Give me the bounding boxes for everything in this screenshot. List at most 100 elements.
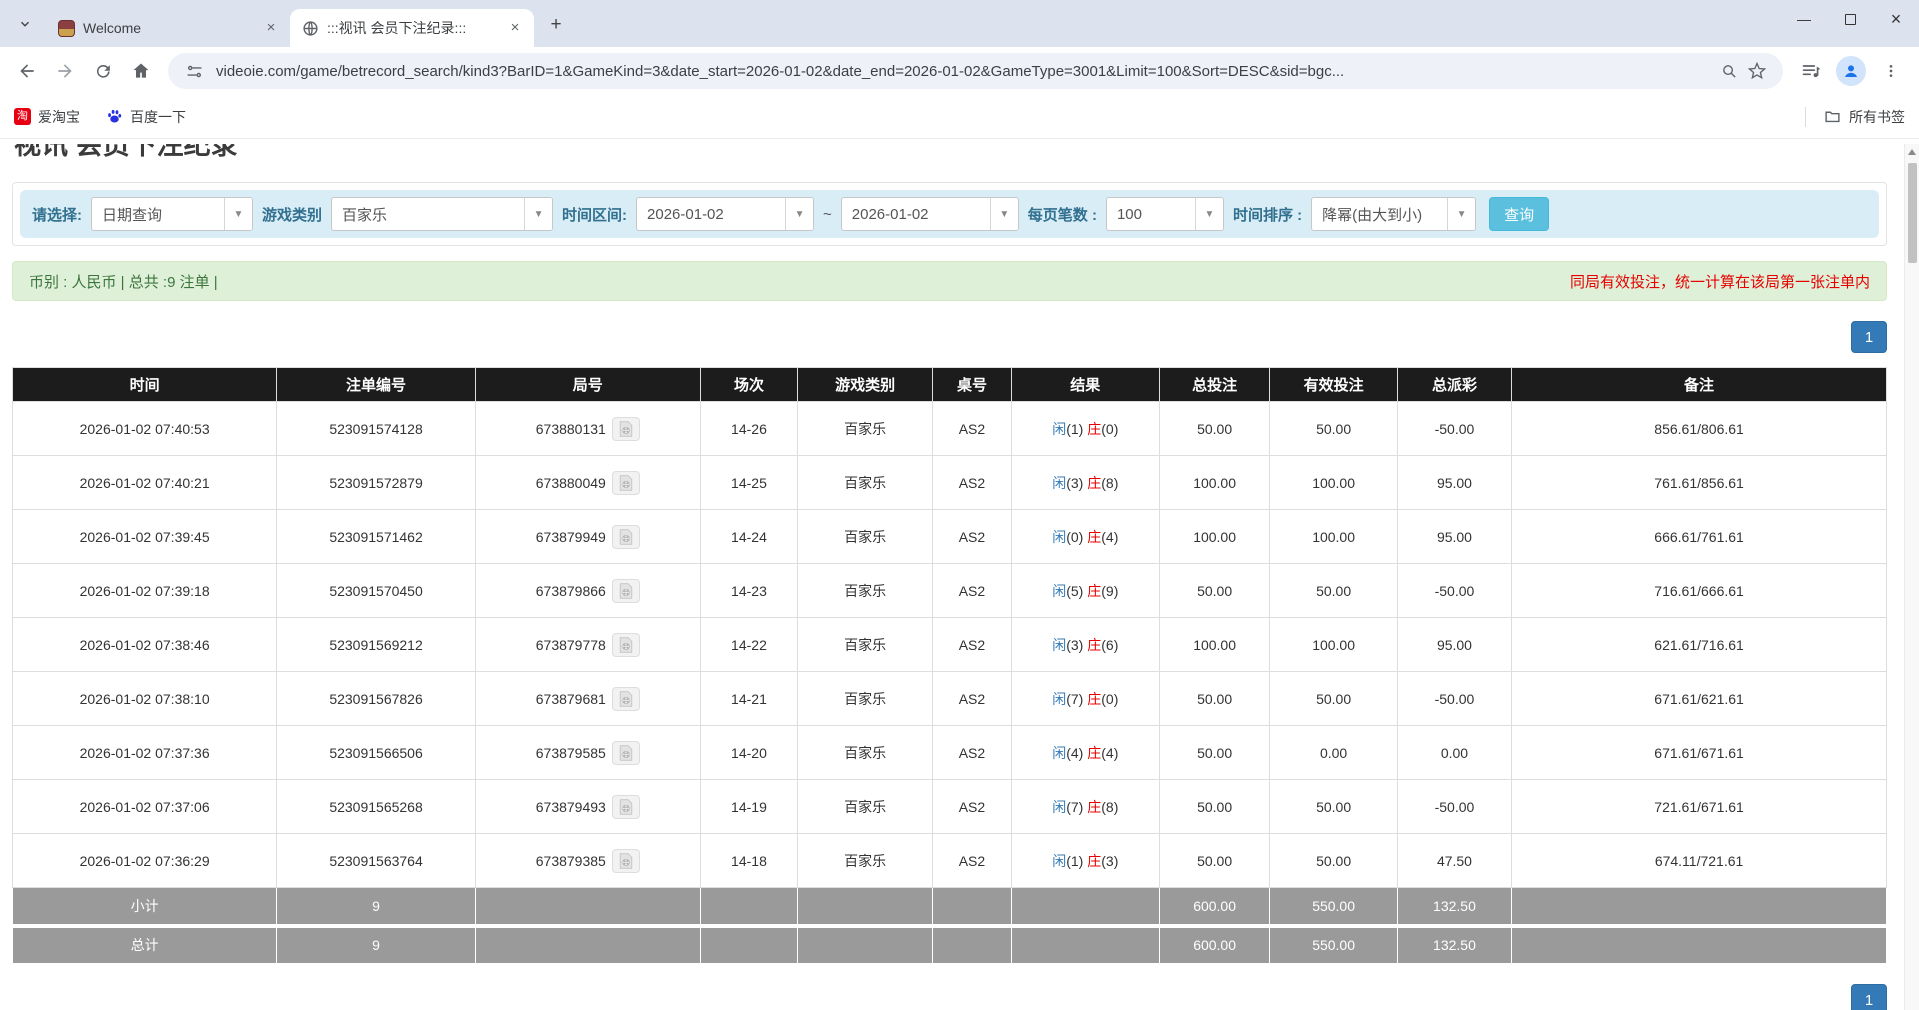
- cell-total-bet[interactable]: 50.00: [1159, 672, 1270, 726]
- cell-total-bet[interactable]: 50.00: [1159, 726, 1270, 780]
- video-replay-button[interactable]: [612, 741, 640, 765]
- query-type-select[interactable]: 日期查询 ▼: [91, 197, 253, 231]
- home-button[interactable]: [122, 52, 160, 90]
- close-tab-icon[interactable]: ×: [506, 19, 524, 37]
- game-type-select[interactable]: 百家乐 ▼: [331, 197, 553, 231]
- media-playlist-icon: [1801, 61, 1821, 81]
- banker-label: 庄: [1087, 853, 1101, 869]
- round-number: 673879681: [536, 691, 606, 707]
- cell-round: 673879866: [475, 564, 700, 618]
- menu-button[interactable]: [1871, 52, 1911, 90]
- cell-bet-id: 523091572879: [277, 456, 476, 510]
- tab-search-button[interactable]: [10, 9, 40, 39]
- cell-result: 闲(7) 庄(8): [1011, 780, 1159, 834]
- cell-total-bet[interactable]: 100.00: [1159, 456, 1270, 510]
- banker-score: (0): [1101, 691, 1118, 707]
- bookmark-star-icon[interactable]: [1743, 57, 1771, 85]
- total-label: 总计: [13, 926, 277, 964]
- all-bookmarks-button[interactable]: 所有书签: [1805, 107, 1905, 127]
- subtotal-label: 小计: [13, 888, 277, 926]
- back-button[interactable]: [8, 52, 46, 90]
- cell-total-bet[interactable]: 50.00: [1159, 402, 1270, 456]
- cell-game-type: 百家乐: [798, 618, 933, 672]
- search-button[interactable]: 查询: [1489, 197, 1549, 231]
- forward-icon: [55, 61, 75, 81]
- banker-score: (6): [1101, 637, 1118, 653]
- welcome-favicon-icon: [58, 20, 75, 37]
- video-replay-button[interactable]: [612, 525, 640, 549]
- video-replay-button[interactable]: [612, 633, 640, 657]
- cell-total-bet[interactable]: 50.00: [1159, 834, 1270, 888]
- address-bar[interactable]: videoie.com/game/betrecord_search/kind3?…: [168, 53, 1783, 89]
- video-replay-button[interactable]: [612, 471, 640, 495]
- round-number: 673879778: [536, 637, 606, 653]
- new-tab-button[interactable]: +: [542, 11, 570, 39]
- table-body: 2026-01-02 07:40:53 523091574128 6738801…: [13, 402, 1887, 888]
- cell-game-type: 百家乐: [798, 456, 933, 510]
- sort-select[interactable]: 降幂(由大到小) ▼: [1311, 197, 1476, 231]
- cell-total-bet[interactable]: 100.00: [1159, 510, 1270, 564]
- cell-time: 2026-01-02 07:37:06: [13, 780, 277, 834]
- media-controls-button[interactable]: [1791, 52, 1831, 90]
- tab-betrecord[interactable]: :::视讯 会员下注纪录::: ×: [290, 9, 534, 47]
- cell-table: AS2: [933, 726, 1012, 780]
- scroll-up-icon[interactable]: [1908, 149, 1916, 155]
- cell-payout: -50.00: [1397, 780, 1511, 834]
- reload-button[interactable]: [84, 52, 122, 90]
- video-replay-button[interactable]: [612, 849, 640, 873]
- cell-total-bet[interactable]: 50.00: [1159, 780, 1270, 834]
- page-size-select[interactable]: 100 ▼: [1106, 197, 1224, 231]
- subtotal-valid-bet: 550.00: [1270, 888, 1397, 926]
- video-replay-button[interactable]: [612, 417, 640, 441]
- cell-result: 闲(7) 庄(0): [1011, 672, 1159, 726]
- scrollbar-thumb[interactable]: [1908, 163, 1917, 263]
- cell-valid-bet: 50.00: [1270, 672, 1397, 726]
- sort-label: 时间排序 :: [1233, 204, 1302, 225]
- banker-label: 庄: [1087, 475, 1101, 491]
- cell-time: 2026-01-02 07:39:45: [13, 510, 277, 564]
- minimize-button[interactable]: —: [1781, 0, 1827, 38]
- video-replay-button[interactable]: [612, 579, 640, 603]
- page-1-button[interactable]: 1: [1851, 321, 1887, 353]
- date-start-select[interactable]: 2026-01-02 ▼: [636, 197, 814, 231]
- zoom-icon[interactable]: [1715, 57, 1743, 85]
- tab-welcome[interactable]: Welcome ×: [46, 9, 290, 47]
- maximize-button[interactable]: [1827, 0, 1873, 38]
- cell-table: AS2: [933, 618, 1012, 672]
- site-settings-icon[interactable]: [180, 57, 208, 85]
- round-number: 673879866: [536, 583, 606, 599]
- cell-round: 673879681: [475, 672, 700, 726]
- cell-time: 2026-01-02 07:37:36: [13, 726, 277, 780]
- player-score: (3): [1066, 637, 1083, 653]
- page-content: 视讯 会员下注纪录 请选择: 日期查询 ▼ 游戏类别 百家乐 ▼ 时间区间: 2…: [0, 144, 1919, 1010]
- total-count: 9: [277, 926, 476, 964]
- close-window-button[interactable]: ×: [1873, 0, 1919, 38]
- cell-note: 856.61/806.61: [1512, 402, 1887, 456]
- cell-total-bet[interactable]: 100.00: [1159, 618, 1270, 672]
- taobao-icon: 淘: [14, 108, 31, 125]
- cell-time: 2026-01-02 07:36:29: [13, 834, 277, 888]
- table-row: 2026-01-02 07:38:46 523091569212 6738797…: [13, 618, 1887, 672]
- date-end-select[interactable]: 2026-01-02 ▼: [841, 197, 1019, 231]
- banker-label: 庄: [1087, 745, 1101, 761]
- vertical-scrollbar[interactable]: [1904, 144, 1919, 1010]
- bookmark-baidu[interactable]: 百度一下: [106, 107, 186, 127]
- close-tab-icon[interactable]: ×: [262, 19, 280, 37]
- divider: [1805, 107, 1806, 127]
- table-row: 2026-01-02 07:36:29 523091563764 6738793…: [13, 834, 1887, 888]
- round-number: 673879385: [536, 853, 606, 869]
- forward-button[interactable]: [46, 52, 84, 90]
- video-replay-button[interactable]: [612, 687, 640, 711]
- cell-round: 673879385: [475, 834, 700, 888]
- page-1-button-bottom[interactable]: 1: [1851, 984, 1887, 1010]
- chevron-down-icon: ▼: [1447, 198, 1475, 230]
- cell-total-bet[interactable]: 50.00: [1159, 564, 1270, 618]
- cell-round: 673880131: [475, 402, 700, 456]
- window-controls: — ×: [1781, 0, 1919, 38]
- back-icon: [17, 61, 37, 81]
- bookmark-taobao[interactable]: 淘 爱淘宝: [14, 107, 80, 127]
- player-label: 闲: [1052, 421, 1066, 437]
- total-valid-bet: 550.00: [1270, 926, 1397, 964]
- profile-button[interactable]: [1831, 52, 1871, 90]
- video-replay-button[interactable]: [612, 795, 640, 819]
